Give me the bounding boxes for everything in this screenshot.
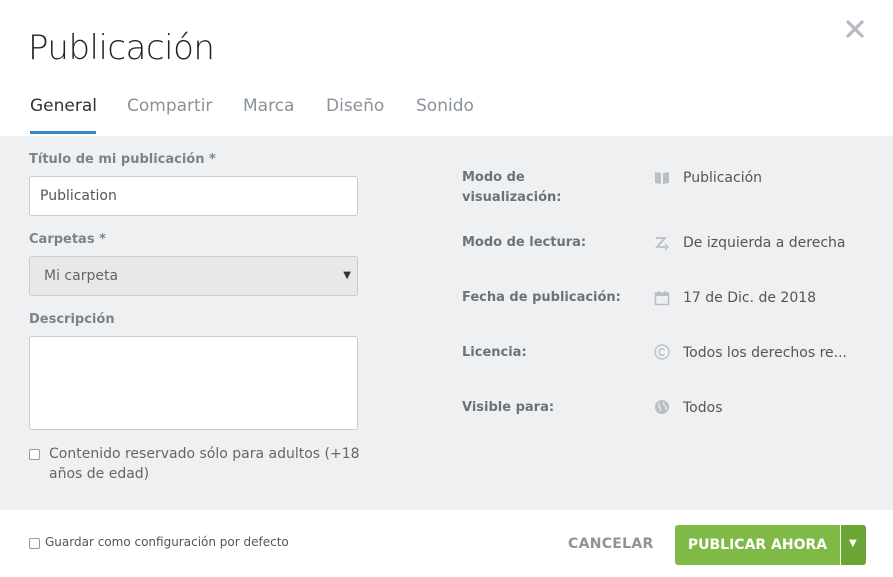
book-icon [654, 170, 670, 186]
reading-direction-icon [654, 235, 670, 251]
default-config-label: Guardar como configuración por defecto [45, 535, 289, 549]
publish-now-button[interactable]: PUBLICAR AHORA [675, 525, 840, 565]
title-input[interactable]: Publication [29, 176, 358, 216]
view-mode-value[interactable]: Publicación [683, 170, 762, 186]
tab-sonido[interactable]: Sonido [416, 96, 474, 124]
publication-date-label: Fecha de publicación: [462, 288, 621, 308]
tab-bar: General Compartir Marca Diseño Sonido [0, 96, 893, 136]
tab-diseno[interactable]: Diseño [326, 96, 384, 124]
default-config-checkbox[interactable] [29, 538, 40, 549]
cancel-button[interactable]: CANCELAR [568, 536, 654, 552]
folders-select-value: Mi carpeta [44, 268, 118, 284]
adult-content-label: Contenido reservado sólo para adultos (+… [49, 444, 360, 484]
title-field-label: Título de mi publicación * [29, 152, 216, 167]
reading-mode-value[interactable]: De izquierda a derecha [683, 235, 846, 251]
publish-options-dropdown[interactable]: ▼ [841, 525, 866, 565]
tab-general[interactable]: General [30, 96, 97, 124]
view-mode-label: Modo de visualización: [462, 168, 562, 208]
license-value[interactable]: Todos los derechos re... [683, 345, 847, 361]
tab-compartir[interactable]: Compartir [127, 96, 212, 124]
calendar-icon [654, 290, 670, 306]
chevron-down-icon: ▼ [343, 257, 351, 295]
license-label: Licencia: [462, 343, 527, 363]
chevron-down-icon: ▼ [849, 538, 857, 549]
tab-marca[interactable]: Marca [243, 96, 294, 124]
reading-mode-label: Modo de lectura: [462, 233, 586, 253]
description-field-label: Descripción [29, 312, 115, 327]
description-textarea[interactable] [29, 336, 358, 430]
copyright-icon [654, 344, 670, 360]
publication-date-value[interactable]: 17 de Dic. de 2018 [683, 290, 816, 306]
globe-icon [654, 399, 670, 415]
dialog-title: Publicación [28, 28, 214, 68]
visible-for-label: Visible para: [462, 398, 554, 418]
adult-content-checkbox[interactable] [29, 449, 40, 460]
active-tab-indicator [30, 131, 96, 134]
close-icon[interactable] [844, 18, 866, 40]
visible-for-value[interactable]: Todos [683, 400, 722, 416]
folders-field-label: Carpetas * [29, 232, 106, 247]
folders-select[interactable]: Mi carpeta ▼ [29, 256, 358, 296]
